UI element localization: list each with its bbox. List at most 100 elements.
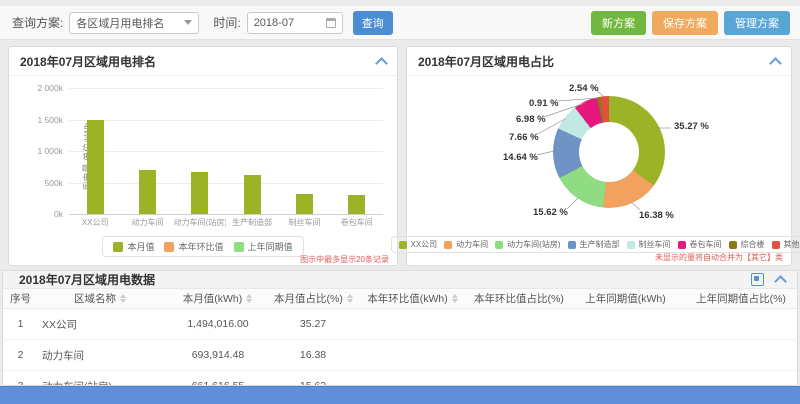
collapse-up-icon[interactable] bbox=[769, 57, 782, 70]
legend-swatch bbox=[772, 241, 780, 249]
table-cell: 693,914.48 bbox=[163, 340, 273, 371]
legend-item[interactable]: 卷包车间 bbox=[678, 239, 722, 250]
chevron-down-icon bbox=[184, 20, 192, 25]
legend-label: 生产制造部 bbox=[580, 239, 620, 250]
bar-chart: 用电量 单位:kWh 2 000k1 500k1 000k500k0k XX公司… bbox=[9, 76, 397, 266]
legend-box: 本月值 本年环比值上年同期值 bbox=[102, 236, 303, 257]
legend-item[interactable]: 上年同期值 bbox=[234, 240, 293, 253]
legend-item[interactable]: XX公司 bbox=[399, 239, 438, 250]
calendar-icon bbox=[326, 18, 336, 28]
table-cell: 动力车间(站房) bbox=[38, 371, 163, 387]
legend-swatch bbox=[678, 241, 686, 249]
table-row[interactable]: 2动力车间693,914.4816.38 bbox=[3, 340, 798, 371]
save-plan-button[interactable]: 保存方案 bbox=[652, 11, 718, 35]
column-label: 上年同期值(kWh) bbox=[585, 293, 666, 305]
legend-swatch bbox=[234, 242, 244, 252]
legend-label: 动力车间 bbox=[456, 239, 488, 250]
pie-value-label: 7.66 % bbox=[509, 132, 539, 143]
bar-column bbox=[226, 88, 278, 214]
legend-item[interactable]: 本年环比值 bbox=[164, 240, 223, 253]
table-cell bbox=[683, 371, 798, 387]
bar-column bbox=[278, 88, 330, 214]
column-header[interactable]: 本月值占比(%) bbox=[273, 289, 353, 309]
legend-label: 综合楼 bbox=[741, 239, 765, 250]
bar[interactable] bbox=[87, 120, 104, 214]
bar[interactable] bbox=[139, 170, 156, 214]
pie-value-label: 15.62 % bbox=[533, 207, 568, 218]
legend-item[interactable]: 制丝车间 bbox=[627, 239, 671, 250]
query-button[interactable]: 查询 bbox=[353, 11, 393, 35]
data-table-panel: 2018年07月区域用电数据 序号 区域名称 本月值(kWh)本月值占比(%) 本年环… bbox=[2, 270, 798, 386]
bar-column bbox=[121, 88, 173, 214]
bar-column bbox=[331, 88, 383, 214]
sort-icon[interactable] bbox=[120, 294, 127, 303]
table-row[interactable]: 3动力车间(站房)661,616.5515.62 bbox=[3, 371, 798, 387]
pie-panel-header: 2018年07月区域用电占比 bbox=[407, 47, 791, 76]
table-cell bbox=[568, 371, 683, 387]
time-label: 时间: bbox=[213, 14, 240, 31]
pie-chart-legend: XX公司动力车间动力车间(站房)生产制造部制丝车间卷包车间综合楼其他 bbox=[407, 236, 791, 253]
table-cell bbox=[683, 340, 798, 371]
bar[interactable] bbox=[244, 175, 261, 214]
y-axis-tick: 0k bbox=[54, 209, 63, 219]
bar[interactable] bbox=[191, 172, 208, 214]
table-row[interactable]: 1XX公司1,494,016.0035.27 bbox=[3, 309, 798, 340]
bar[interactable] bbox=[348, 195, 365, 214]
toolbar: 查询方案: 各区域月用电排名 时间: 2018-07 查询 新方案 保存方案 管… bbox=[0, 6, 800, 40]
pie-chart-note: 未显示的量将自动合并为【其它】类 bbox=[655, 252, 783, 263]
table-cell: 2 bbox=[3, 340, 38, 371]
legend-label: 卷包车间 bbox=[690, 239, 722, 250]
pie-chart-panel: 2018年07月区域用电占比 35.27 %16.38 %15.62 %14.6… bbox=[406, 46, 792, 266]
legend-item[interactable]: 本月值 bbox=[113, 240, 154, 253]
column-header[interactable]: 本年环比值占比(%) bbox=[473, 289, 568, 309]
column-header[interactable]: 区域名称 bbox=[38, 289, 163, 309]
table-cell bbox=[473, 371, 568, 387]
column-label: 区域名称 bbox=[74, 293, 116, 305]
table-cell bbox=[568, 309, 683, 340]
sort-icon[interactable] bbox=[246, 294, 253, 303]
table-panel-title: 2018年07月区域用电数据 bbox=[19, 271, 155, 288]
horizontal-scrollbar[interactable] bbox=[0, 386, 800, 404]
x-axis-label: 动力车间 bbox=[121, 217, 173, 228]
query-plan-select[interactable]: 各区域月用电排名 bbox=[69, 12, 199, 34]
legend-item[interactable]: 综合楼 bbox=[729, 239, 765, 250]
column-label: 序号 bbox=[10, 293, 31, 305]
legend-label: 本年环比值 bbox=[178, 240, 223, 253]
time-input[interactable]: 2018-07 bbox=[247, 12, 343, 34]
bar-panel-header: 2018年07月区域用电排名 bbox=[9, 47, 397, 76]
y-axis-tick: 500k bbox=[45, 178, 63, 188]
donut-ring[interactable] bbox=[553, 96, 665, 208]
pie-value-label: 35.27 % bbox=[674, 121, 709, 132]
x-axis-labels: XX公司动力车间动力车间(站房)生产制造部制丝车间卷包车间 bbox=[69, 217, 383, 228]
bar-panel-title: 2018年07月区域用电排名 bbox=[20, 53, 156, 70]
legend-item[interactable]: 其他 bbox=[772, 239, 800, 250]
table-cell bbox=[683, 309, 798, 340]
time-value: 2018-07 bbox=[254, 17, 294, 29]
export-icon[interactable] bbox=[751, 273, 764, 286]
legend-item[interactable]: 动力车间(站房) bbox=[495, 239, 560, 250]
bar[interactable] bbox=[296, 194, 313, 214]
query-plan-value: 各区域月用电排名 bbox=[76, 15, 164, 31]
legend-label: 本月值 bbox=[127, 240, 154, 253]
sort-icon[interactable] bbox=[347, 294, 353, 303]
sort-icon[interactable] bbox=[452, 294, 459, 303]
table-cell bbox=[473, 340, 568, 371]
collapse-up-icon[interactable] bbox=[375, 57, 388, 70]
x-axis-label: 制丝车间 bbox=[278, 217, 330, 228]
table-cell bbox=[473, 309, 568, 340]
legend-item[interactable]: 动力车间 bbox=[444, 239, 488, 250]
bar-column bbox=[69, 88, 121, 214]
pie-panel-title: 2018年07月区域用电占比 bbox=[418, 53, 554, 70]
pie-value-label: 0.91 % bbox=[529, 98, 559, 109]
legend-item[interactable]: 生产制造部 bbox=[568, 239, 620, 250]
manage-plan-button[interactable]: 管理方案 bbox=[724, 11, 790, 35]
legend-swatch bbox=[729, 241, 737, 249]
collapse-up-icon[interactable] bbox=[774, 275, 787, 288]
column-header[interactable]: 本年环比值(kWh) bbox=[353, 289, 473, 309]
column-label: 本年环比值(kWh) bbox=[367, 293, 448, 305]
column-label: 本月值占比(%) bbox=[274, 293, 343, 305]
table-cell bbox=[568, 340, 683, 371]
column-header[interactable]: 本月值(kWh) bbox=[163, 289, 273, 309]
legend-swatch bbox=[568, 241, 576, 249]
new-plan-button[interactable]: 新方案 bbox=[591, 11, 646, 35]
